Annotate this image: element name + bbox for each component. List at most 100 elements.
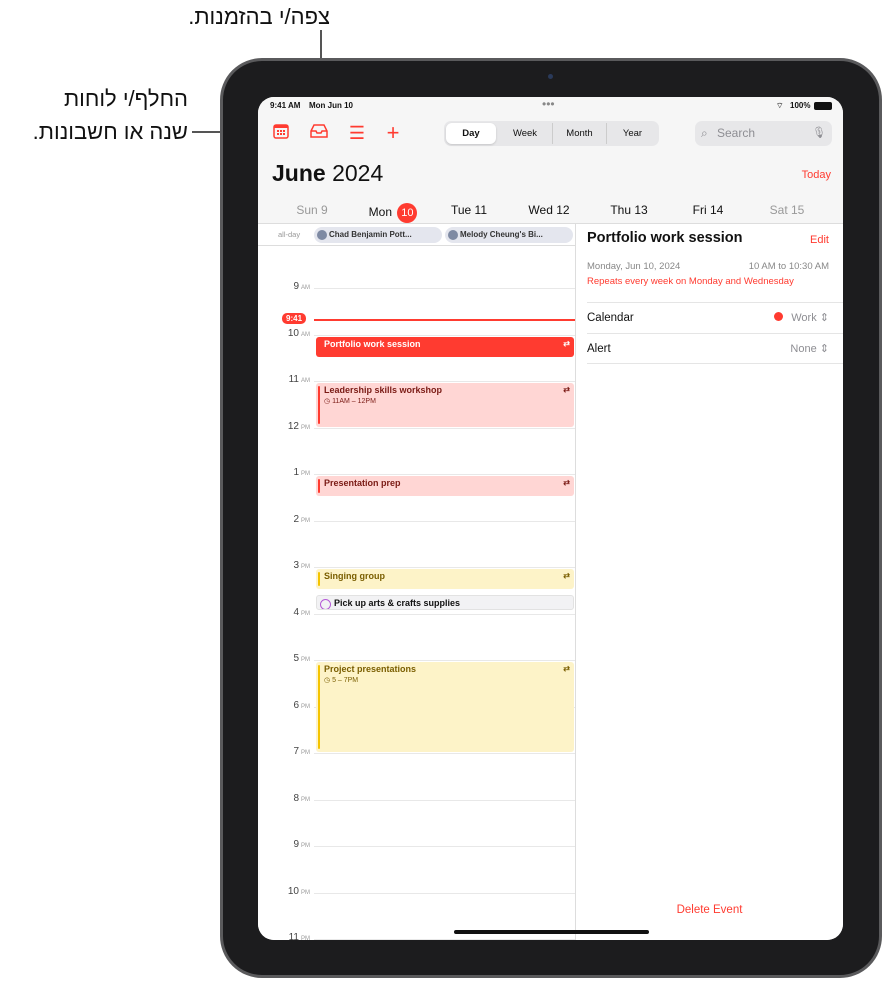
hour-number: 10: [287, 885, 299, 897]
event-title: Chad Benjamin Pott...: [329, 230, 412, 239]
hour-label: 9 AM: [258, 281, 310, 292]
hour-number: 9: [293, 839, 299, 850]
day-label: Sun 9: [296, 203, 328, 217]
callout-inbox: צפה/י בהזמנות.: [188, 4, 330, 29]
hour-label: 2 PM: [258, 514, 310, 525]
detail-title: Portfolio work session: [587, 230, 743, 246]
hour-line: [314, 520, 575, 522]
day-0[interactable]: Sun 9: [277, 203, 347, 217]
today-button[interactable]: Today: [802, 169, 831, 181]
hour-label: 9 PM: [258, 839, 310, 850]
all-day-event[interactable]: Melody Cheung's Bi...: [445, 227, 573, 243]
hour-period: PM: [301, 517, 310, 524]
event[interactable]: Portfolio work session ⇄: [316, 336, 574, 357]
day-3[interactable]: Wed 12: [514, 203, 584, 217]
page-title: June 2024: [272, 160, 383, 187]
event[interactable]: Singing group ⇄: [316, 569, 574, 590]
all-day-event[interactable]: Chad Benjamin Pott...: [314, 227, 442, 243]
hour-number: 8: [293, 792, 299, 804]
hour-number: 4: [293, 606, 299, 618]
hour-period: AM: [301, 378, 310, 384]
event-detail-panel: Portfolio work session Edit Monday, Jun …: [576, 224, 843, 940]
hour-number: 1: [293, 467, 299, 478]
tab-year[interactable]: Year: [606, 123, 658, 144]
hour-period: PM: [301, 843, 310, 849]
search-input[interactable]: ⌕ Search 🎙: [695, 121, 832, 146]
all-day-label: all-day: [278, 230, 301, 239]
tab-week[interactable]: Week: [498, 123, 552, 144]
list-icon[interactable]: ☰: [347, 123, 367, 143]
plus-icon[interactable]: +: [383, 122, 403, 144]
repeat-icon: ⇄: [563, 664, 570, 673]
edit-button[interactable]: Edit: [810, 234, 829, 246]
hour-number: 10: [287, 327, 299, 339]
day-label: Mon: [368, 205, 392, 219]
clock-icon: ◷: [324, 398, 331, 405]
calendar-row[interactable]: Calendar Work ⇕: [587, 302, 843, 333]
clock-icon: ◷: [324, 677, 331, 684]
event[interactable]: Leadership skills workshop ◷ 11AM – 12PM ⇄: [316, 383, 574, 427]
hour-line: [314, 892, 575, 894]
day-2[interactable]: Tue 11: [434, 203, 504, 217]
repeat-icon: ⇄: [563, 478, 570, 487]
alert-value: None: [790, 343, 817, 355]
event-title: Singing group: [324, 571, 385, 581]
hour-line: [314, 381, 575, 382]
day-6[interactable]: Sat 15: [752, 203, 822, 217]
hour-line: [314, 939, 575, 940]
battery-icon: [814, 102, 832, 110]
tab-day[interactable]: Day: [446, 123, 496, 144]
day-label: Wed 12: [528, 203, 570, 217]
status-date: Mon Jun 10: [309, 101, 354, 110]
hour-line: [314, 846, 575, 847]
event-title: Portfolio work session: [324, 338, 421, 349]
day-label: Tue 11: [450, 203, 488, 217]
day-1[interactable]: Mon 10: [358, 203, 428, 223]
hour-label: 8 PM: [258, 793, 310, 804]
hour-label: 11 PM: [258, 932, 310, 940]
repeat-icon: ⇄: [563, 571, 570, 580]
reminder-circle-icon[interactable]: [320, 598, 331, 610]
tab-month[interactable]: Month: [552, 123, 606, 144]
day-5[interactable]: Fri 14: [673, 203, 743, 217]
calendar-icon[interactable]: [271, 123, 291, 143]
microphone-icon[interactable]: 🎙: [812, 121, 826, 146]
hour-period: PM: [301, 936, 310, 940]
month: June: [272, 160, 326, 186]
hour-period: PM: [301, 610, 310, 617]
multitask-dots-icon[interactable]: •••: [542, 97, 555, 111]
event[interactable]: Pick up arts & crafts supplies: [316, 594, 574, 611]
day-4[interactable]: Thu 13: [594, 203, 664, 217]
day-label: Fri 14: [692, 203, 724, 217]
hour-line: [314, 753, 575, 754]
hour-line: [314, 427, 575, 429]
repeat-icon: ⇄: [563, 385, 570, 394]
alert-row[interactable]: Alert None ⇕: [587, 333, 843, 364]
detail-time: 10 AM to 10:30 AM: [748, 261, 829, 272]
detail-date: Monday, Jun 10, 2024: [587, 261, 681, 272]
hour-label: 12 PM: [258, 421, 310, 432]
camera: [548, 74, 553, 79]
inbox-icon[interactable]: [309, 123, 329, 143]
event[interactable]: Presentation prep ⇄: [316, 476, 574, 497]
hour-period: PM: [301, 750, 310, 756]
year: 2024: [332, 160, 384, 186]
event[interactable]: Project presentations ◷ 5 – 7PM ⇄: [316, 662, 574, 752]
event-title: Presentation prep: [324, 478, 401, 488]
day-label: Sat 15: [769, 203, 805, 217]
hour-line: [314, 799, 575, 801]
hour-label: 5 PM: [258, 653, 310, 664]
alert-label: Alert: [587, 343, 611, 355]
battery-level: 100%: [790, 101, 811, 110]
hour-number: 11: [288, 932, 299, 940]
search-icon: ⌕: [701, 126, 708, 140]
home-indicator[interactable]: [454, 930, 649, 934]
hour-label: 1 PM: [258, 467, 310, 478]
hour-line: [314, 613, 575, 615]
hour-number: 12: [287, 420, 299, 432]
hour-period: PM: [301, 657, 310, 663]
repeat-icon: ⇄: [563, 338, 570, 348]
delete-event-button[interactable]: Delete Event: [576, 904, 843, 916]
hour-period: PM: [301, 796, 310, 803]
hour-line: [314, 288, 575, 289]
